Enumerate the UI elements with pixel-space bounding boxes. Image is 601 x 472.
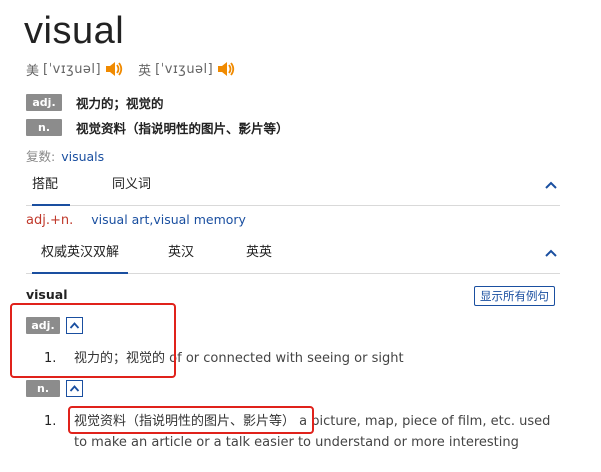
sense-chinese: 视觉资料（指说明性的图片、影片等） (74, 414, 296, 429)
entry-word: visual (26, 287, 68, 302)
sense-english: of or connected with seeing or sight (169, 351, 404, 366)
collapse-toggle[interactable] (66, 317, 83, 334)
chevron-up-icon[interactable] (544, 246, 558, 260)
collocation-value[interactable]: visual art,visual memory (91, 212, 246, 227)
phonetic-us-ipa: [ˈvɪʒuəl] (43, 61, 102, 77)
summary-sense-adj: adj. 视力的；视觉的 (26, 93, 164, 112)
pos-tag: adj. (26, 94, 62, 111)
pos-tag: adj. (26, 317, 60, 334)
phonetics-row: 美 [ˈvɪʒuəl] 英 [ˈvɪʒuəl] (26, 60, 250, 79)
adj-header: adj. (26, 317, 83, 334)
tab-en-en[interactable]: 英英 (246, 240, 272, 274)
tab-collocation[interactable]: 搭配 (32, 172, 70, 206)
collocation-label: adj.+n. (26, 213, 74, 228)
plural-label: 复数: (26, 149, 56, 164)
phonetic-uk-ipa: [ˈvɪʒuəl] (155, 61, 214, 77)
sense-number: 1. (44, 351, 57, 366)
collocation-row: adj.+n. visual art,visual memory (26, 212, 246, 228)
collocation-tabbar: 搭配 同义词 (26, 172, 560, 206)
phonetic-uk-label: 英 (138, 63, 152, 79)
headword: visual (24, 10, 125, 52)
chevron-up-icon[interactable] (544, 178, 558, 192)
sense-english: a picture, map, piece of film, etc. used (299, 414, 551, 429)
tab-authoritative[interactable]: 权威英汉双解 (32, 240, 128, 274)
summary-sense-text: 视力的；视觉的 (76, 96, 164, 111)
plural-form: 复数: visuals (26, 146, 104, 165)
pos-tag: n. (26, 380, 60, 397)
tab-synonyms[interactable]: 同义词 (112, 172, 151, 206)
collapse-toggle[interactable] (66, 380, 83, 397)
phonetic-us-label: 美 (26, 63, 40, 79)
dictionary-tabbar: 权威英汉双解 英汉 英英 (26, 240, 560, 274)
sense-english-continued: to make an article or a talk easier to u… (74, 435, 519, 450)
noun-sense-1: 1. 视觉资料（指说明性的图片、影片等） a picture, map, piec… (44, 411, 564, 453)
sense-chinese: 视力的；视觉的 (74, 351, 166, 366)
speaker-icon[interactable] (216, 60, 236, 78)
show-examples-button[interactable]: 显示所有例句 (474, 286, 555, 306)
phonetic-uk: 英 [ˈvɪʒuəl] (138, 60, 236, 79)
noun-header: n. (26, 380, 83, 397)
sense-number: 1. (44, 414, 57, 429)
chevron-up-icon (69, 385, 80, 392)
speaker-icon[interactable] (104, 60, 124, 78)
pos-tag: n. (26, 119, 62, 136)
summary-sense-noun: n. 视觉资料（指说明性的图片、影片等） (26, 118, 289, 137)
summary-sense-text: 视觉资料（指说明性的图片、影片等） (76, 121, 289, 136)
plural-link[interactable]: visuals (61, 149, 104, 164)
phonetic-us: 美 [ˈvɪʒuəl] (26, 60, 124, 79)
tab-en-cn[interactable]: 英汉 (168, 240, 194, 274)
adj-sense-1: 1. 视力的；视觉的 of or connected with seeing or… (44, 348, 404, 369)
chevron-up-icon (69, 322, 80, 329)
